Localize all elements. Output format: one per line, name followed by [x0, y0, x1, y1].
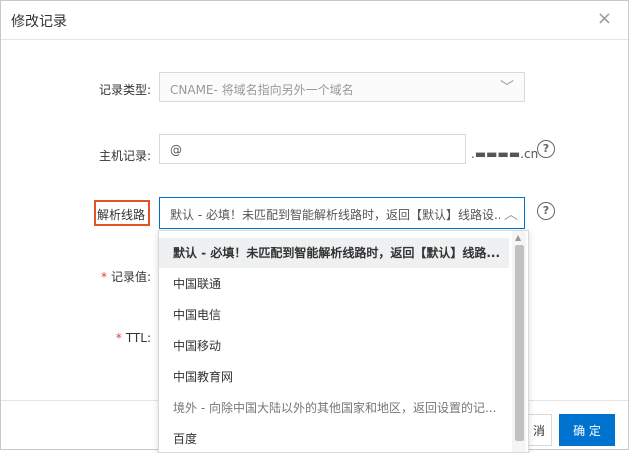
- dropdown-scrollbar[interactable]: ▲: [512, 231, 526, 452]
- host-record-input[interactable]: @: [159, 134, 466, 164]
- help-icon[interactable]: ?: [537, 140, 555, 158]
- record-type-label: 记录类型:: [98, 83, 151, 97]
- record-type-select[interactable]: CNAME- 将域名指向另外一个域名 ﹀: [159, 72, 525, 102]
- resolution-line-dropdown: 默认 - 必填！未匹配到智能解析线路时，返回【默认】线路... 中国联通 中国电…: [158, 230, 529, 453]
- edit-record-dialog: 修改记录 × 记录类型: CNAME- 将域名指向另外一个域名 ﹀ 主机记录: …: [0, 0, 629, 453]
- record-value-label: * 记录值:: [1, 268, 151, 285]
- ttl-label: * TTL:: [1, 331, 151, 345]
- resolution-line-value: 默认 - 必填！未匹配到智能解析线路时，返回【默认】线路设...: [170, 208, 500, 222]
- dropdown-option[interactable]: 中国联通: [159, 269, 509, 299]
- dropdown-option[interactable]: 中国电信: [159, 300, 509, 330]
- required-mark: *: [100, 270, 107, 284]
- resolution-line-label: 解析线路: [96, 208, 145, 222]
- close-icon[interactable]: ×: [597, 8, 612, 29]
- dropdown-option[interactable]: 默认 - 必填！未匹配到智能解析线路时，返回【默认】线路...: [159, 238, 509, 268]
- ttl-label-text: TTL:: [125, 331, 151, 345]
- confirm-button[interactable]: 确 定: [559, 414, 615, 446]
- required-mark: *: [115, 331, 122, 345]
- resolution-line-select[interactable]: 默认 - 必填！未匹配到智能解析线路时，返回【默认】线路设... ︿: [159, 197, 525, 229]
- domain-suffix: .▬▬▬▬.cn: [471, 147, 539, 161]
- dialog-title: 修改记录: [11, 14, 67, 30]
- help-icon[interactable]: ?: [537, 202, 555, 220]
- scrollbar-thumb[interactable]: [515, 245, 524, 441]
- dropdown-option[interactable]: 百度: [159, 424, 509, 452]
- dropdown-option[interactable]: 境外 - 向除中国大陆以外的其他国家和地区，返回设置的记...: [159, 393, 509, 423]
- dialog-header: 修改记录 ×: [1, 1, 628, 40]
- chevron-up-icon: ︿: [504, 207, 518, 223]
- dropdown-option[interactable]: 中国移动: [159, 331, 509, 361]
- cancel-label: 消: [532, 424, 545, 438]
- dropdown-option[interactable]: 中国教育网: [159, 362, 509, 392]
- host-record-label: 主机记录:: [98, 149, 151, 163]
- scroll-up-icon[interactable]: ▲: [515, 233, 521, 242]
- chevron-down-icon: ﹀: [500, 80, 514, 96]
- record-value-label-text: 记录值:: [110, 270, 151, 284]
- record-type-value: CNAME- 将域名指向另外一个域名: [170, 83, 354, 97]
- host-record-value: @: [170, 143, 182, 157]
